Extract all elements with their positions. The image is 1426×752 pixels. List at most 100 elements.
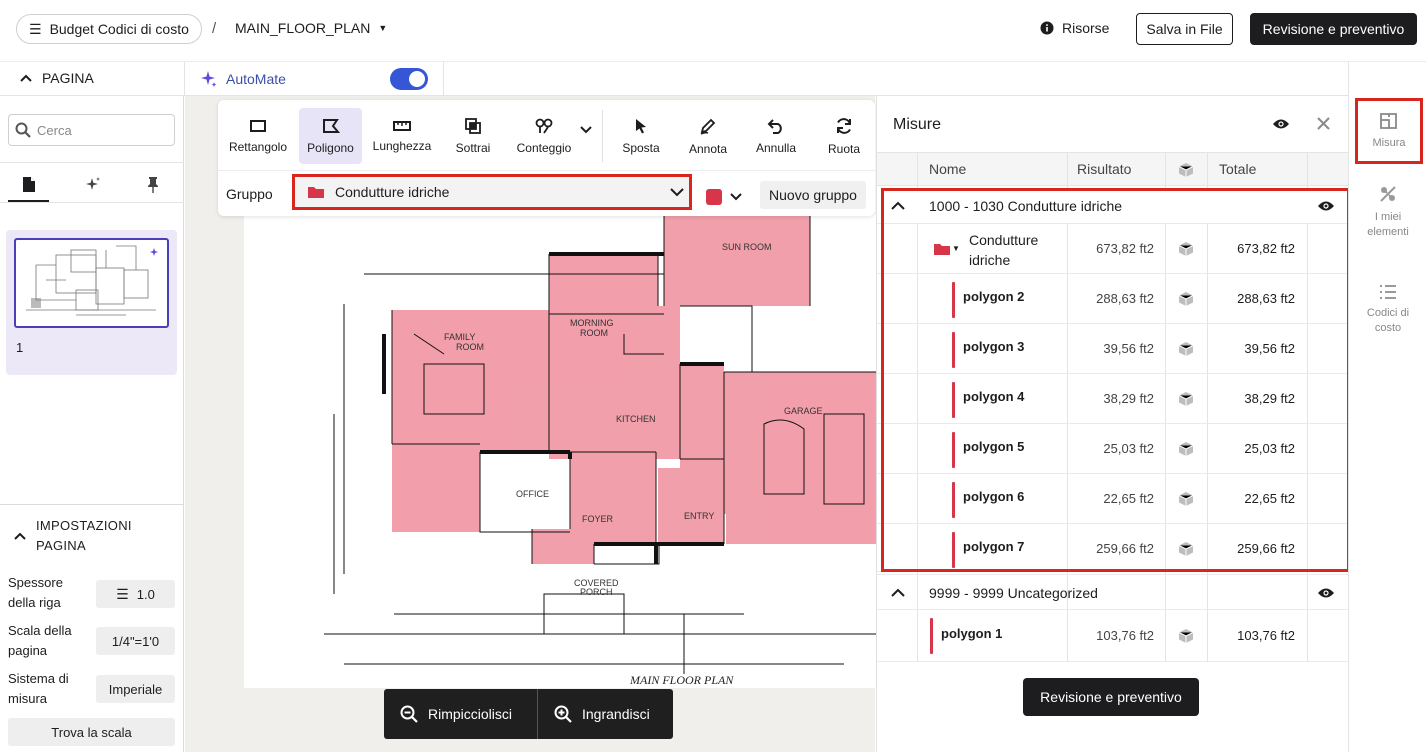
tool-polygon[interactable]: Poligono <box>299 108 362 164</box>
list-item[interactable]: polygon 6 22,65 ft2 22,65 ft2 <box>877 474 1349 524</box>
list-item[interactable]: polygon 2 288,63 ft2 288,63 ft2 <box>877 274 1349 324</box>
color-bar <box>952 282 955 318</box>
list-item[interactable]: polygon 3 39,56 ft2 39,56 ft2 <box>877 324 1349 374</box>
color-bar <box>952 482 955 518</box>
review-estimate-button[interactable]: Revisione e preventivo <box>1250 13 1417 45</box>
color-bar <box>952 432 955 468</box>
rail-item-cost-codes[interactable]: Codici di costo <box>1349 284 1426 336</box>
eye-icon[interactable] <box>1272 118 1290 130</box>
folder-result: 673,82 ft2 <box>1096 241 1154 256</box>
list-item[interactable]: polygon 7 259,66 ft2 259,66 ft2 <box>877 524 1349 572</box>
page-settings-toggle[interactable]: IMPOSTAZIONI PAGINA <box>14 516 156 556</box>
zoom-out-button[interactable]: Rimpicciolisci <box>384 689 538 739</box>
item-total: 39,56 ft2 <box>1244 341 1295 356</box>
item-result: 22,65 ft2 <box>1103 491 1154 506</box>
tool-move[interactable]: Sposta <box>616 108 666 164</box>
room-label-morning-2: ROOM <box>580 328 608 338</box>
measures-panel: Misure Nome Risultato Totale 1000 - 1030… <box>876 96 1350 752</box>
list-item[interactable]: polygon 1 103,76 ft2 103,76 ft2 <box>877 610 1349 662</box>
sparkle-icon <box>201 71 217 87</box>
tool-count[interactable]: Conteggio <box>510 108 578 164</box>
tool-subtract[interactable]: Sottrai <box>446 108 500 164</box>
page-thumbnail-card[interactable]: 1 <box>6 230 177 375</box>
tool-label: Conteggio <box>516 140 572 155</box>
zoom-in-icon <box>554 705 572 723</box>
close-icon[interactable] <box>1317 117 1330 130</box>
tab-pages[interactable] <box>8 168 49 202</box>
item-name: polygon 2 <box>963 289 1025 304</box>
folder-row[interactable]: ▼ Condutture idriche 673,82 ft2 673,82 f… <box>877 224 1349 274</box>
group-title: 1000 - 1030 Condutture idriche <box>929 198 1123 214</box>
breadcrumb-separator: / <box>212 20 217 37</box>
tool-length[interactable]: Lunghezza <box>368 108 436 164</box>
tool-undo[interactable]: Annulla <box>750 108 802 164</box>
floor-plan-svg: SUN ROOM FAMILY ROOM MORNING ROOM KITCHE… <box>324 214 876 687</box>
floor-plan-drawing[interactable]: SUN ROOM FAMILY ROOM MORNING ROOM KITCHE… <box>244 214 876 688</box>
room-label-garage: GARAGE <box>784 406 823 416</box>
line-thickness-field[interactable]: ☰ 1.0 <box>96 580 175 608</box>
tool-annotate[interactable]: Annota <box>682 108 734 164</box>
folder-icon <box>308 187 324 198</box>
budget-codes-button[interactable]: ☰ Budget Codici di costo <box>16 14 202 44</box>
review-estimate-button-panel[interactable]: Revisione e preventivo <box>1023 678 1199 716</box>
measure-system-field[interactable]: Imperiale <box>96 675 175 703</box>
color-bar <box>930 618 933 654</box>
folder-name: Condutture idriche <box>969 232 1039 268</box>
cube-icon <box>1178 492 1194 506</box>
new-group-button[interactable]: Nuovo gruppo <box>760 181 866 209</box>
folder-icon <box>934 244 950 255</box>
item-total: 38,29 ft2 <box>1244 391 1295 406</box>
item-result: 288,63 ft2 <box>1096 291 1154 306</box>
item-name: polygon 3 <box>963 339 1025 354</box>
caret-down-icon: ▼ <box>378 23 388 33</box>
chevron-down-icon <box>730 193 742 201</box>
tool-rectangle[interactable]: Rettangolo <box>222 108 294 164</box>
zoom-in-label: Ingrandisci <box>582 706 650 722</box>
room-label-office: OFFICE <box>516 489 549 499</box>
group-row[interactable]: 9999 - 9999 Uncategorized <box>877 574 1349 610</box>
save-label: Salva in File <box>1146 21 1223 37</box>
resources-button[interactable]: Risorse <box>1040 20 1109 36</box>
tool-rotate[interactable]: Ruota <box>818 108 870 164</box>
divider <box>218 170 875 171</box>
rail-label: I miei elementi <box>1367 211 1409 238</box>
page-scale-field[interactable]: 1/4"=1'0 <box>96 627 175 655</box>
group-row[interactable]: 1000 - 1030 Condutture idriche <box>877 188 1349 224</box>
list-item[interactable]: polygon 4 38,29 ft2 38,29 ft2 <box>877 374 1349 424</box>
tab-automate[interactable] <box>72 168 113 202</box>
cursor-icon <box>636 118 646 133</box>
tab-pinned[interactable] <box>132 168 173 202</box>
automate-label: AutoMate <box>226 71 286 87</box>
polygon-icon <box>322 118 340 133</box>
tool-label: Rettangolo <box>228 139 288 154</box>
zoom-in-button[interactable]: Ingrandisci <box>538 689 673 739</box>
count-options-dropdown[interactable] <box>580 126 592 134</box>
cube-icon <box>1178 442 1194 456</box>
item-result: 38,29 ft2 <box>1103 391 1154 406</box>
page-section-toggle[interactable]: PAGINA <box>20 70 94 86</box>
item-name: polygon 5 <box>963 439 1025 454</box>
file-selector[interactable]: MAIN_FLOOR_PLAN ▼ <box>235 20 387 36</box>
list-item[interactable]: polygon 5 25,03 ft2 25,03 ft2 <box>877 424 1349 474</box>
find-scale-button[interactable]: Trova la scala <box>8 718 175 746</box>
color-bar <box>952 332 955 368</box>
eye-icon <box>1318 588 1334 598</box>
automate-toggle[interactable] <box>390 68 428 90</box>
rail-item-measure[interactable]: Misura <box>1355 98 1423 164</box>
tool-label: Annota <box>688 141 728 156</box>
save-to-file-button[interactable]: Salva in File <box>1136 13 1233 45</box>
page-settings-title: IMPOSTAZIONI PAGINA <box>36 518 132 553</box>
page-scale-value: 1/4"=1'0 <box>111 633 160 649</box>
list-icon <box>1380 285 1396 299</box>
search-field[interactable]: Cerca <box>8 114 175 146</box>
group-color-picker[interactable] <box>706 183 750 211</box>
foyer-lower-area <box>532 529 594 564</box>
menu-icon: ☰ <box>29 20 42 37</box>
rail-item-my-elements[interactable]: I miei elementi <box>1349 184 1426 240</box>
entry-area <box>658 468 724 544</box>
line-thickness-label: Spessore della riga <box>8 575 63 610</box>
item-name: polygon 1 <box>941 626 1003 641</box>
right-rail: Misura I miei elementi Codici di costo <box>1348 62 1426 752</box>
page-thumbnail <box>14 238 169 328</box>
group-select[interactable]: Condutture idriche <box>292 174 692 210</box>
